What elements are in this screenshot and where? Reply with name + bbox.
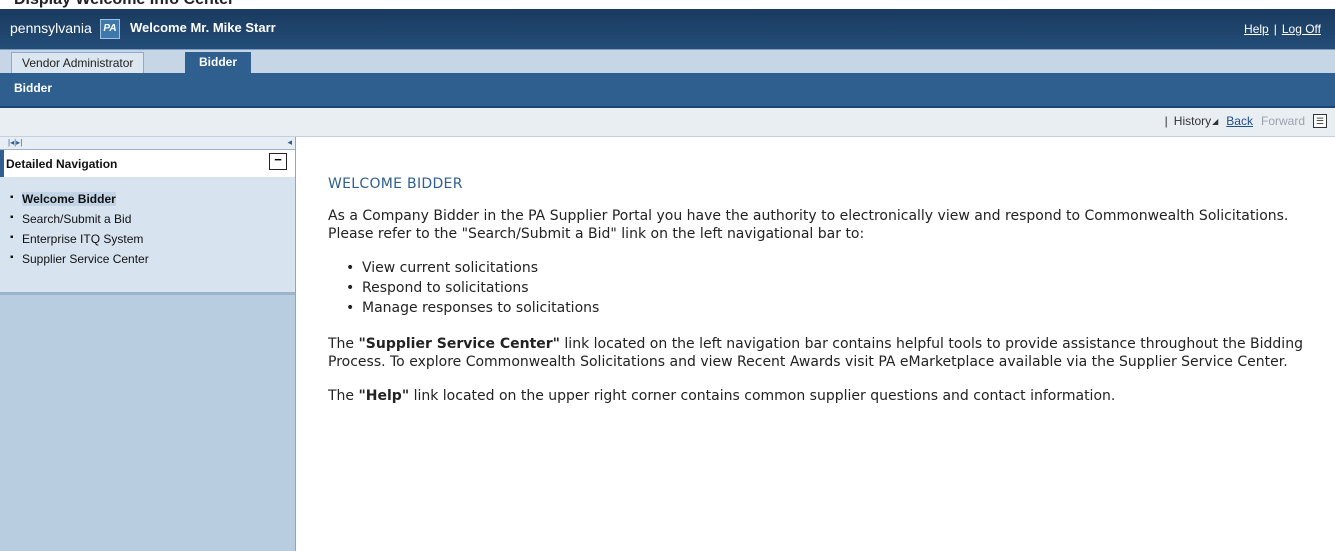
main-content: WELCOME BIDDER As a Company Bidder in th… [328,175,1308,421]
para-bold-text: "Help" [358,388,410,404]
list-item: View current solicitations [346,259,1308,277]
page-title: WELCOME BIDDER [328,176,463,192]
logoff-link[interactable]: Log Off [1282,22,1321,36]
history-dropdown[interactable]: History [1174,114,1211,128]
page-menu-icon[interactable]: ☰ [1313,114,1327,128]
nav-item-label: Enterprise ITQ System [22,232,144,246]
intro-paragraph: As a Company Bidder in the PA Supplier P… [328,208,1289,242]
sub-navigation-item-bidder[interactable]: Bidder [14,81,52,95]
nav-list: Welcome Bidder Search/Submit a Bid Enter… [0,177,295,295]
sub-navigation-bar: Bidder [0,73,1335,108]
nav-collapse-icon[interactable]: ◂ [287,137,292,148]
history-dropdown-icon[interactable]: ◢ [1212,117,1218,126]
clipped-page-heading-text: Display Welcome Info Center [14,0,234,9]
forward-link: Forward [1260,114,1305,128]
pa-logo-icon: PA [100,19,120,39]
clipped-page-heading: Display Welcome Info Center [0,0,1335,9]
tab-vendor-administrator[interactable]: Vendor Administrator [11,52,145,74]
back-link[interactable]: Back [1226,114,1253,128]
tab-bidder[interactable]: Bidder [185,52,252,73]
nav-title: Detailed Navigation [6,157,118,171]
nav-arrows-icon[interactable]: |◂|▸| [8,138,22,147]
help-link[interactable]: Help [1244,22,1269,36]
history-separator: | [1164,114,1168,128]
nav-panel-controls: |◂|▸| ◂ [0,137,295,150]
nav-item-enterprise-itq[interactable]: Enterprise ITQ System [0,229,295,249]
bidder-actions-list: View current solicitations Respond to so… [346,259,1308,317]
header-links: Help | Log Off [1244,22,1321,36]
list-item: Manage responses to solicitations [346,299,1308,317]
para-text: The [328,336,359,352]
brand-name: pennsylvania [10,20,92,36]
para-text: link located on the upper right corner c… [409,388,1116,404]
history-bar: | History ◢ Back Forward ☰ [0,108,1335,137]
minimize-icon[interactable]: − [269,153,287,170]
nav-header: Detailed Navigation − [0,150,295,177]
nav-item-search-submit-bid[interactable]: Search/Submit a Bid [0,209,295,229]
header-separator: | [1273,22,1277,36]
history-controls: | History ◢ Back Forward ☰ [1165,114,1327,128]
help-paragraph: The "Help" link located on the upper rig… [328,387,1308,405]
supplier-service-paragraph: The "Supplier Service Center" link locat… [328,335,1308,371]
top-tab-row: Vendor Administrator Bidder [0,49,1335,74]
detailed-navigation-panel: |◂|▸| ◂ Detailed Navigation − Welcome Bi… [0,137,296,551]
nav-item-label: Supplier Service Center [22,252,149,266]
welcome-user: Welcome Mr. Mike Starr [130,20,276,35]
para-text: The [328,388,359,404]
portal-header: pennsylvania PA Welcome Mr. Mike Starr H… [0,9,1335,49]
para-bold-text: "Supplier Service Center" [358,336,560,352]
nav-item-label: Welcome Bidder [22,192,116,206]
nav-item-label: Search/Submit a Bid [22,212,132,226]
nav-item-supplier-service-center[interactable]: Supplier Service Center [0,249,295,269]
list-item: Respond to solicitations [346,279,1308,297]
nav-item-welcome-bidder[interactable]: Welcome Bidder [0,189,295,209]
